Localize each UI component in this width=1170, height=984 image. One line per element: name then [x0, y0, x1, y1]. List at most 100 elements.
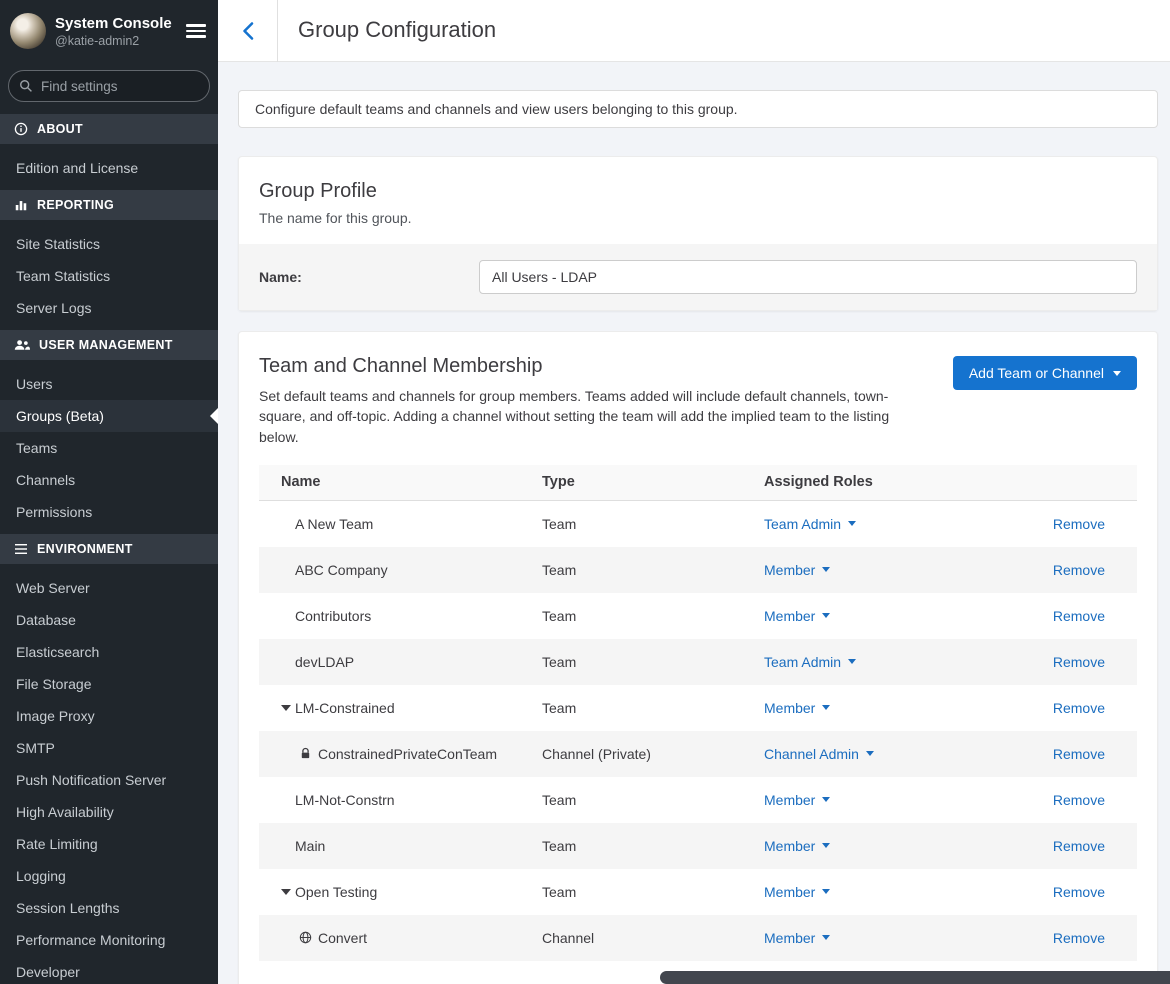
globe-icon [299, 931, 312, 944]
collapse-caret-icon[interactable] [281, 889, 291, 895]
membership-card: Team and Channel Membership Set default … [238, 331, 1158, 984]
page-title: Group Configuration [298, 17, 496, 43]
row-type: Team [542, 838, 764, 854]
row-actions-cell: Remove [987, 930, 1137, 946]
role-label: Channel Admin [764, 746, 859, 762]
membership-heading: Team and Channel Membership Set default … [259, 354, 914, 447]
avatar[interactable] [10, 13, 46, 49]
menu-icon[interactable] [186, 22, 206, 40]
user-management-icon [14, 339, 30, 351]
remove-link[interactable]: Remove [1053, 746, 1105, 762]
sidebar-item-image-proxy[interactable]: Image Proxy [0, 700, 218, 732]
add-team-or-channel-label: Add Team or Channel [969, 365, 1104, 381]
sidebar-item-teams[interactable]: Teams [0, 432, 218, 464]
remove-link[interactable]: Remove [1053, 838, 1105, 854]
membership-description: Set default teams and channels for group… [259, 386, 914, 447]
row-actions-cell: Remove [987, 516, 1137, 532]
back-chevron-icon [242, 21, 254, 41]
row-actions-cell: Remove [987, 838, 1137, 854]
role-dropdown[interactable]: Team Admin [764, 516, 856, 532]
sidebar-item-session-lengths[interactable]: Session Lengths [0, 892, 218, 924]
active-item-pointer [210, 408, 218, 424]
remove-link[interactable]: Remove [1053, 654, 1105, 670]
add-team-or-channel-button[interactable]: Add Team or Channel [953, 356, 1137, 390]
collapse-caret-icon[interactable] [281, 705, 291, 711]
row-name-cell: Contributors [259, 608, 542, 624]
role-dropdown[interactable]: Member [764, 838, 830, 854]
row-name: Contributors [295, 608, 371, 624]
sidebar-item-database[interactable]: Database [0, 604, 218, 636]
sidebar-item-elasticsearch[interactable]: Elasticsearch [0, 636, 218, 668]
sidebar-item-web-server[interactable]: Web Server [0, 572, 218, 604]
back-button[interactable] [218, 0, 278, 62]
group-name-input[interactable] [479, 260, 1137, 294]
row-name-cell: ConstrainedPrivateConTeam [259, 746, 542, 762]
sidebar-item-users[interactable]: Users [0, 368, 218, 400]
row-name-cell: LM-Not-Constrn [259, 792, 542, 808]
role-dropdown[interactable]: Member [764, 608, 830, 624]
sidebar-item-logging[interactable]: Logging [0, 860, 218, 892]
sidebar-item-smtp[interactable]: SMTP [0, 732, 218, 764]
remove-link[interactable]: Remove [1053, 562, 1105, 578]
row-name: ABC Company [295, 562, 388, 578]
role-dropdown[interactable]: Member [764, 700, 830, 716]
info-banner: Configure default teams and channels and… [238, 90, 1158, 128]
sidebar-section-label: ABOUT [37, 122, 83, 136]
row-role-cell: Member [764, 700, 987, 716]
sidebar-item-push-notification-server[interactable]: Push Notification Server [0, 764, 218, 796]
sidebar-item-server-logs[interactable]: Server Logs [0, 292, 218, 324]
row-actions-cell: Remove [987, 608, 1137, 624]
role-dropdown[interactable]: Member [764, 884, 830, 900]
remove-link[interactable]: Remove [1053, 700, 1105, 716]
row-type: Team [542, 884, 764, 900]
sidebar-item-developer[interactable]: Developer [0, 956, 218, 984]
sidebar-item-file-storage[interactable]: File Storage [0, 668, 218, 700]
row-type: Team [542, 516, 764, 532]
role-label: Member [764, 700, 815, 716]
row-actions-cell: Remove [987, 746, 1137, 762]
sidebar-section-user-management: USER MANAGEMENT [0, 330, 218, 360]
remove-link[interactable]: Remove [1053, 930, 1105, 946]
role-dropdown[interactable]: Member [764, 930, 830, 946]
sidebar-item-performance-monitoring[interactable]: Performance Monitoring [0, 924, 218, 956]
row-name: Open Testing [295, 884, 377, 900]
role-dropdown[interactable]: Member [764, 562, 830, 578]
remove-link[interactable]: Remove [1053, 792, 1105, 808]
remove-link[interactable]: Remove [1053, 884, 1105, 900]
sidebar-section-about: ABOUT [0, 114, 218, 144]
row-role-cell: Member [764, 562, 987, 578]
chevron-down-icon [866, 751, 874, 756]
sidebar-item-permissions[interactable]: Permissions [0, 496, 218, 528]
sidebar-item-site-statistics[interactable]: Site Statistics [0, 228, 218, 260]
role-dropdown[interactable]: Channel Admin [764, 746, 874, 762]
role-dropdown[interactable]: Member [764, 792, 830, 808]
sidebar-item-rate-limiting[interactable]: Rate Limiting [0, 828, 218, 860]
remove-link[interactable]: Remove [1053, 516, 1105, 532]
remove-link[interactable]: Remove [1053, 608, 1105, 624]
chevron-down-icon [848, 659, 856, 664]
row-actions-cell: Remove [987, 654, 1137, 670]
role-label: Member [764, 838, 815, 854]
chevron-down-icon [822, 843, 830, 848]
sidebar-item-team-statistics[interactable]: Team Statistics [0, 260, 218, 292]
sidebar-item-high-availability[interactable]: High Availability [0, 796, 218, 828]
sidebar-item-channels[interactable]: Channels [0, 464, 218, 496]
role-dropdown[interactable]: Team Admin [764, 654, 856, 670]
sidebar-section-reporting: REPORTING [0, 190, 218, 220]
sidebar-item-groups-beta[interactable]: Groups (Beta) [0, 400, 218, 432]
row-role-cell: Member [764, 792, 987, 808]
name-label: Name: [259, 269, 479, 285]
row-role-cell: Member [764, 930, 987, 946]
sidebar-section-label: ENVIRONMENT [37, 542, 133, 556]
group-profile-subtitle: The name for this group. [259, 210, 1137, 226]
group-profile-card: Group Profile The name for this group. N… [238, 156, 1158, 311]
row-type: Team [542, 700, 764, 716]
row-role-cell: Member [764, 838, 987, 854]
sidebar-item-edition-and-license[interactable]: Edition and License [0, 152, 218, 184]
search-input[interactable] [8, 70, 210, 102]
chevron-down-icon [1113, 371, 1121, 376]
chevron-down-icon [822, 705, 830, 710]
content-area: Configure default teams and channels and… [218, 62, 1170, 984]
column-header-assigned-roles: Assigned Roles [764, 474, 987, 490]
horizontal-scrollbar[interactable] [660, 971, 1170, 984]
